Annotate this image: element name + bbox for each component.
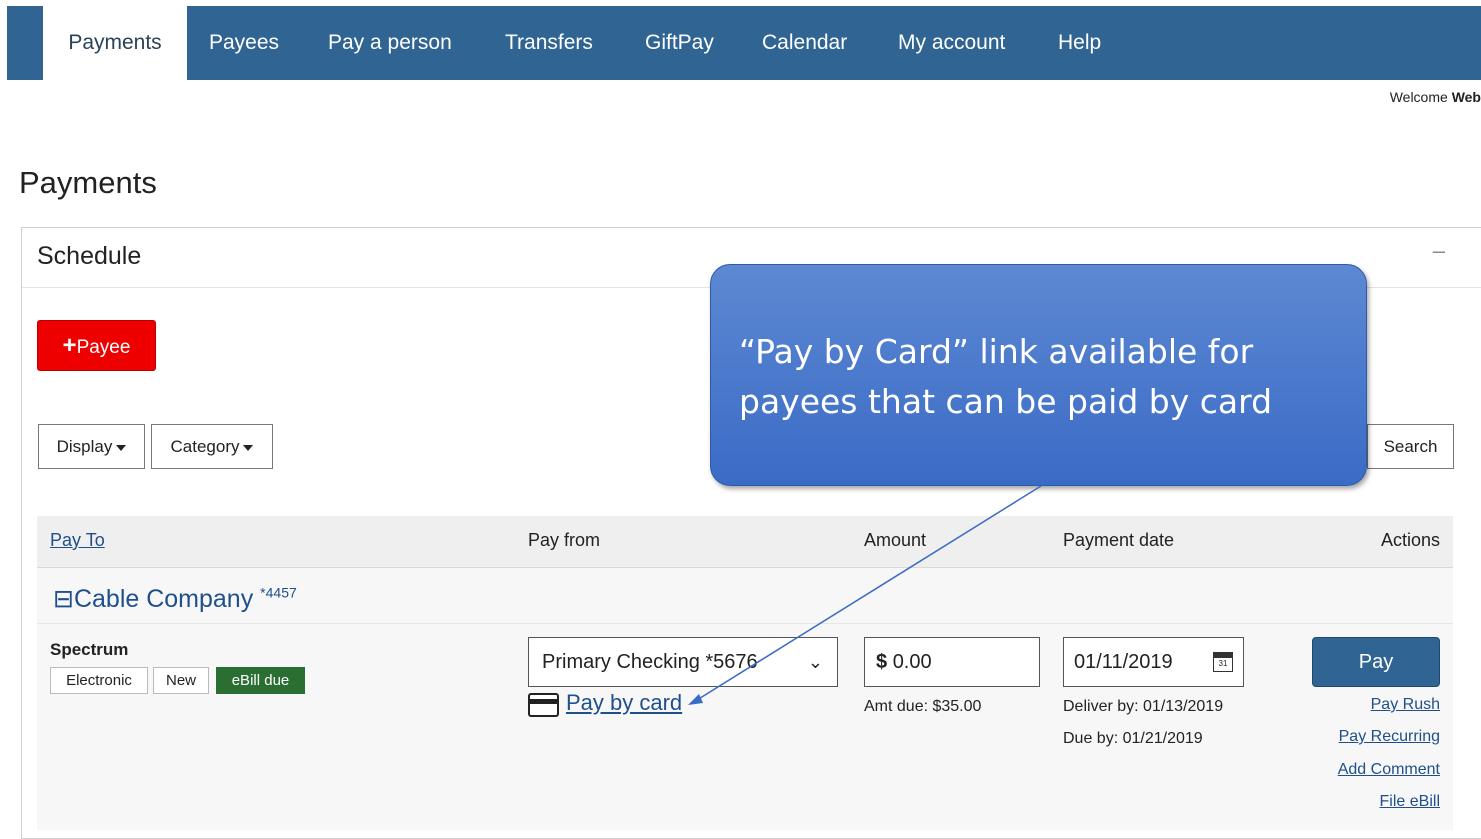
tab-pay-a-person[interactable]: Pay a person bbox=[328, 6, 452, 80]
annotation-callout: “Pay by Card” link available for payees … bbox=[710, 264, 1367, 486]
caret-down-icon bbox=[243, 444, 254, 451]
tab-transfers[interactable]: Transfers bbox=[505, 6, 593, 80]
collapse-toggle-icon[interactable]: ⊟ bbox=[53, 585, 74, 613]
category-label: Category bbox=[170, 437, 240, 456]
payment-date-input[interactable]: 01/11/2019 31 bbox=[1063, 637, 1244, 687]
group-name: Cable Company bbox=[73, 585, 254, 613]
callout-text: “Pay by Card” link available for payees … bbox=[739, 332, 1273, 421]
plus-icon: + bbox=[62, 332, 77, 359]
add-comment-link[interactable]: Add Comment bbox=[1338, 761, 1440, 779]
group-account-number: *4457 bbox=[260, 584, 297, 601]
calendar-icon[interactable]: 31 bbox=[1213, 652, 1233, 672]
file-ebill-link[interactable]: File eBill bbox=[1380, 793, 1440, 811]
tab-payees[interactable]: Payees bbox=[209, 6, 279, 80]
column-amount: Amount bbox=[864, 530, 927, 550]
calendar-day: 31 bbox=[1218, 659, 1228, 668]
pay-from-select[interactable]: Primary Checking *5676 ⌄ bbox=[528, 637, 838, 687]
pay-from-value: Primary Checking *5676 bbox=[542, 651, 758, 673]
column-actions: Actions bbox=[1380, 530, 1440, 550]
tab-help[interactable]: Help bbox=[1058, 6, 1101, 80]
tab-my-account[interactable]: My account bbox=[898, 6, 1005, 80]
payee-group-title[interactable]: ⊟Cable Company *4457 bbox=[53, 584, 297, 614]
credit-card-icon bbox=[528, 693, 559, 717]
display-label: Display bbox=[56, 437, 113, 456]
payee-name: Spectrum bbox=[50, 640, 129, 659]
currency-symbol: $ bbox=[876, 651, 888, 673]
chevron-down-icon: ⌄ bbox=[807, 652, 823, 672]
caret-down-icon bbox=[116, 444, 127, 451]
schedule-title: Schedule bbox=[37, 242, 142, 270]
payee-row: Spectrum Electronic New eBill due Primar… bbox=[37, 624, 1453, 830]
tab-giftpay[interactable]: GiftPay bbox=[645, 6, 714, 80]
collapse-panel-button[interactable]: – bbox=[1433, 238, 1445, 264]
column-payment-date: Payment date bbox=[1063, 530, 1175, 550]
payment-date-value: 01/11/2019 bbox=[1074, 651, 1173, 673]
page-title: Payments bbox=[19, 165, 157, 200]
pay-rush-link[interactable]: Pay Rush bbox=[1371, 696, 1440, 714]
badge-electronic: Electronic bbox=[50, 667, 148, 694]
welcome-user-name: Web bbox=[1451, 89, 1481, 105]
amount-value: 0.00 bbox=[892, 651, 932, 673]
table-header: Pay To Pay from Amount Payment date Acti… bbox=[37, 516, 1453, 568]
category-dropdown[interactable]: Category bbox=[151, 424, 273, 469]
display-dropdown[interactable]: Display bbox=[38, 424, 145, 469]
payee-group-row: ⊟Cable Company *4457 bbox=[37, 568, 1453, 624]
search-button[interactable]: Search bbox=[1367, 424, 1454, 469]
due-by-date: Due by: 01/21/2019 bbox=[1063, 730, 1203, 747]
welcome-message: Welcome Web bbox=[1390, 89, 1481, 105]
tab-calendar[interactable]: Calendar bbox=[762, 6, 847, 80]
add-payee-label: Payee bbox=[76, 337, 131, 358]
top-nav-bar: Payments Payees Pay a person Transfers G… bbox=[7, 6, 1481, 80]
tab-payments[interactable]: Payments bbox=[43, 6, 187, 80]
column-pay-from: Pay from bbox=[528, 530, 601, 550]
column-pay-to[interactable]: Pay To bbox=[50, 530, 105, 551]
deliver-by-date: Deliver by: 01/13/2019 bbox=[1063, 698, 1224, 715]
amount-input[interactable]: $ 0.00 bbox=[864, 637, 1040, 687]
add-payee-button[interactable]: +Payee bbox=[37, 320, 156, 371]
welcome-prefix: Welcome bbox=[1389, 89, 1452, 105]
amount-due: Amt due: $35.00 bbox=[864, 698, 982, 715]
badge-ebill-due: eBill due bbox=[216, 667, 305, 694]
pay-recurring-link[interactable]: Pay Recurring bbox=[1339, 728, 1440, 746]
pay-button[interactable]: Pay bbox=[1312, 637, 1440, 687]
pay-by-card-label[interactable]: Pay by card bbox=[566, 690, 682, 716]
badge-new: New bbox=[153, 667, 209, 694]
